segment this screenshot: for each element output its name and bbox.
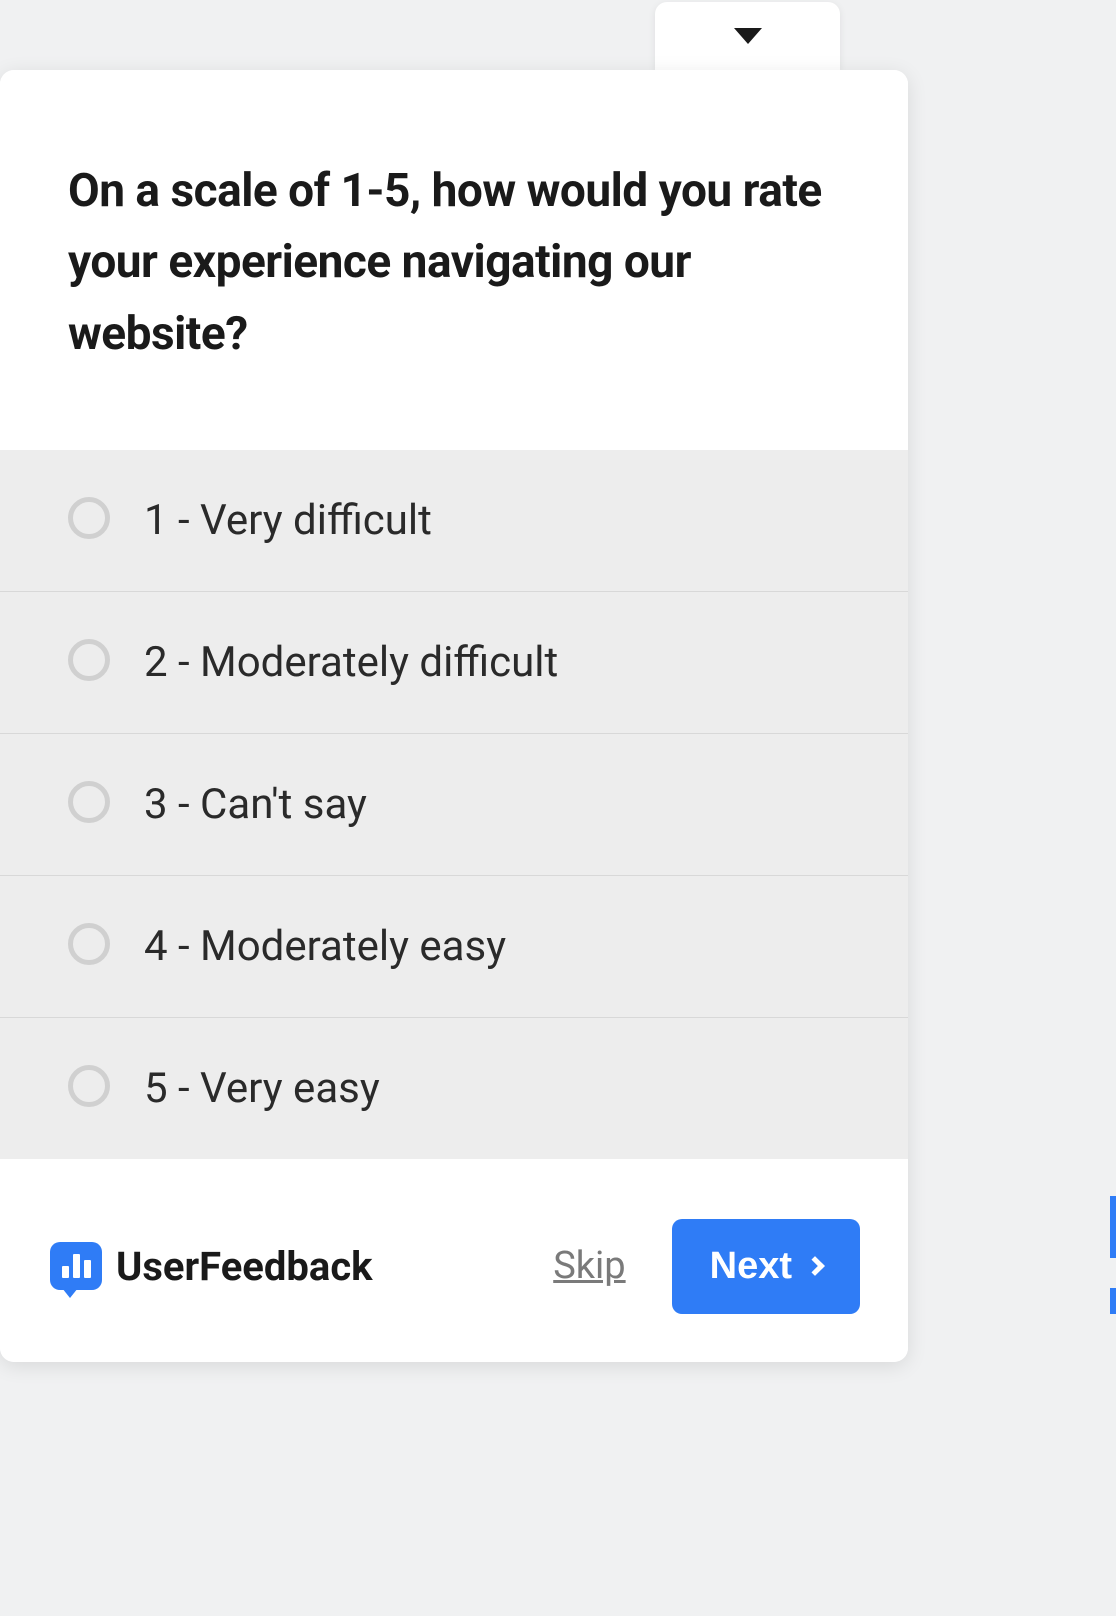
footer-actions: Skip Next (553, 1219, 860, 1314)
chevron-right-icon (805, 1256, 825, 1276)
radio-icon (68, 639, 110, 681)
survey-footer: UserFeedback Skip Next (0, 1159, 908, 1362)
side-decoration (1110, 1196, 1116, 1314)
option-2[interactable]: 2 - Moderately difficult (0, 592, 908, 734)
brand-logo-icon (50, 1242, 102, 1290)
option-label: 2 - Moderately difficult (144, 638, 558, 687)
radio-icon (68, 497, 110, 539)
option-label: 5 - Very easy (144, 1064, 380, 1113)
option-1[interactable]: 1 - Very difficult (0, 450, 908, 592)
radio-icon (68, 781, 110, 823)
chevron-down-icon (734, 28, 762, 44)
survey-panel: On a scale of 1-5, how would you rate yo… (0, 70, 908, 1362)
radio-icon (68, 1065, 110, 1107)
option-label: 1 - Very difficult (144, 496, 432, 545)
option-label: 3 - Can't say (144, 780, 367, 829)
option-label: 4 - Moderately easy (144, 922, 506, 971)
next-button-label: Next (710, 1245, 792, 1288)
question-section: On a scale of 1-5, how would you rate yo… (0, 70, 908, 450)
collapse-tab[interactable] (655, 2, 840, 70)
brand-name: UserFeedback (116, 1243, 373, 1290)
radio-icon (68, 923, 110, 965)
option-4[interactable]: 4 - Moderately easy (0, 876, 908, 1018)
next-button[interactable]: Next (672, 1219, 860, 1314)
option-3[interactable]: 3 - Can't say (0, 734, 908, 876)
brand: UserFeedback (50, 1242, 373, 1290)
skip-button[interactable]: Skip (553, 1244, 625, 1288)
option-5[interactable]: 5 - Very easy (0, 1018, 908, 1159)
survey-question: On a scale of 1-5, how would you rate yo… (68, 156, 840, 370)
options-list: 1 - Very difficult 2 - Moderately diffic… (0, 450, 908, 1159)
